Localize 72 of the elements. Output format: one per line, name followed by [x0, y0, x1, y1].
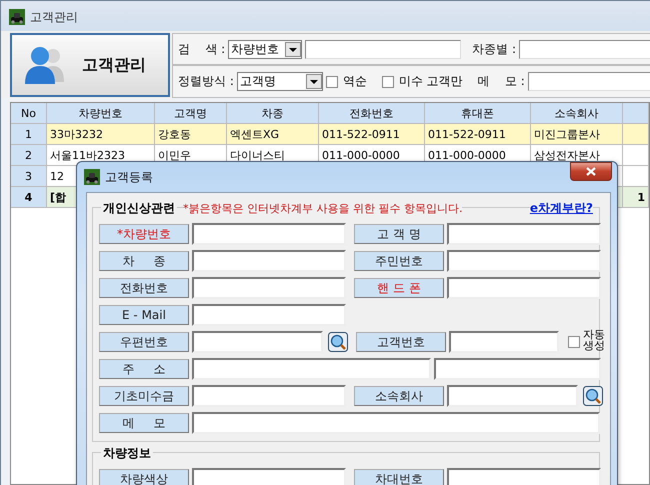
input-field[interactable] [192, 250, 346, 272]
row-number-cell: 1 [11, 124, 47, 145]
input-field[interactable] [192, 358, 431, 380]
input-field[interactable] [434, 358, 601, 380]
field-label: 전화번호 [99, 278, 189, 298]
input-field[interactable] [447, 250, 601, 272]
checkbox-label: 역순 [342, 73, 367, 90]
column-header[interactable]: 전화번호 [319, 103, 425, 124]
input-field[interactable] [447, 468, 601, 485]
car-type-field[interactable] [518, 40, 650, 58]
field-label: 기초미수금 [99, 386, 189, 406]
search-by-dropdown[interactable]: 차량번호 [228, 40, 302, 58]
field-label: 주 소 [99, 359, 189, 379]
close-button[interactable] [570, 162, 612, 181]
input-field[interactable] [192, 223, 346, 245]
field-label: 소속회사 [354, 386, 444, 406]
required-note: *붉은항목은 인터넷차계부 사용을 위한 필수 항목입니다. [183, 201, 462, 216]
field-label: 차량색상 [99, 469, 189, 485]
memo-field[interactable] [528, 72, 650, 91]
input-field[interactable] [192, 304, 346, 326]
input-field[interactable] [447, 385, 578, 407]
group-title: 차량정보 [101, 445, 153, 462]
input-field[interactable] [192, 385, 346, 407]
sort-dropdown[interactable]: 고객명 [236, 72, 323, 91]
search-label: 검 색 : [178, 40, 226, 58]
help-link[interactable]: e차계부란? [530, 200, 593, 217]
checkbox[interactable] [568, 336, 580, 348]
input-field[interactable] [447, 223, 601, 245]
field-label: *차량번호 [99, 224, 189, 244]
field-label: 고 객 명 [354, 224, 444, 244]
search-field[interactable] [305, 40, 462, 58]
field-label: 차 종 [99, 251, 189, 271]
input-field[interactable] [192, 331, 323, 353]
car-icon [84, 169, 100, 185]
search-icon [583, 386, 603, 406]
field-label: E - Mail [99, 305, 189, 325]
dialog-title: 고객등록 [105, 168, 153, 186]
column-header[interactable]: 고객명 [155, 103, 227, 124]
input-field[interactable] [192, 277, 346, 299]
car-icon [9, 9, 25, 25]
field-label: 고객번호 [356, 332, 446, 352]
field-label: 우편번호 [99, 332, 189, 352]
row-number-cell: 2 [11, 145, 47, 166]
input-field[interactable] [447, 277, 601, 299]
row-number-cell: 4 [11, 187, 47, 208]
car-type-label: 차종별 : [472, 40, 516, 58]
column-header[interactable]: No [11, 103, 47, 124]
field-label: 차대번호 [354, 469, 444, 485]
input-field[interactable] [192, 468, 346, 485]
column-header[interactable]: 휴대폰 [425, 103, 531, 124]
checkbox-label: 자동 생성 [583, 329, 606, 351]
checkbox[interactable] [382, 76, 394, 88]
window-title: 고객관리 [30, 8, 78, 26]
column-header[interactable]: 소속회사 [531, 103, 623, 124]
field-label: 핸 드 폰 [354, 278, 444, 298]
memo-label: 메 모 : [478, 73, 525, 90]
checkbox-label: 미수 고객만 [398, 73, 463, 90]
column-header[interactable]: 차종 [227, 103, 319, 124]
row-number-cell: 3 [11, 166, 47, 187]
close-icon [586, 167, 596, 176]
sort-label: 정렬방식 : [178, 73, 234, 90]
field-label: 메 모 [99, 413, 189, 433]
group-title: 개인신상관련 [101, 200, 177, 217]
search-icon [328, 332, 348, 352]
input-field[interactable] [192, 412, 600, 434]
field-label: 주민번호 [354, 251, 444, 271]
input-field[interactable] [449, 331, 559, 353]
table-cell: 1 [623, 187, 649, 208]
checkbox[interactable] [326, 76, 338, 88]
column-header[interactable]: 차량번호 [47, 103, 155, 124]
table-row[interactable]: 1 33마3232 강호동 엑센트XG 011-522-0911 011-522-0911 미진그룹본사 [11, 124, 649, 145]
customer-management-button[interactable]: 고객관리 [10, 33, 170, 97]
